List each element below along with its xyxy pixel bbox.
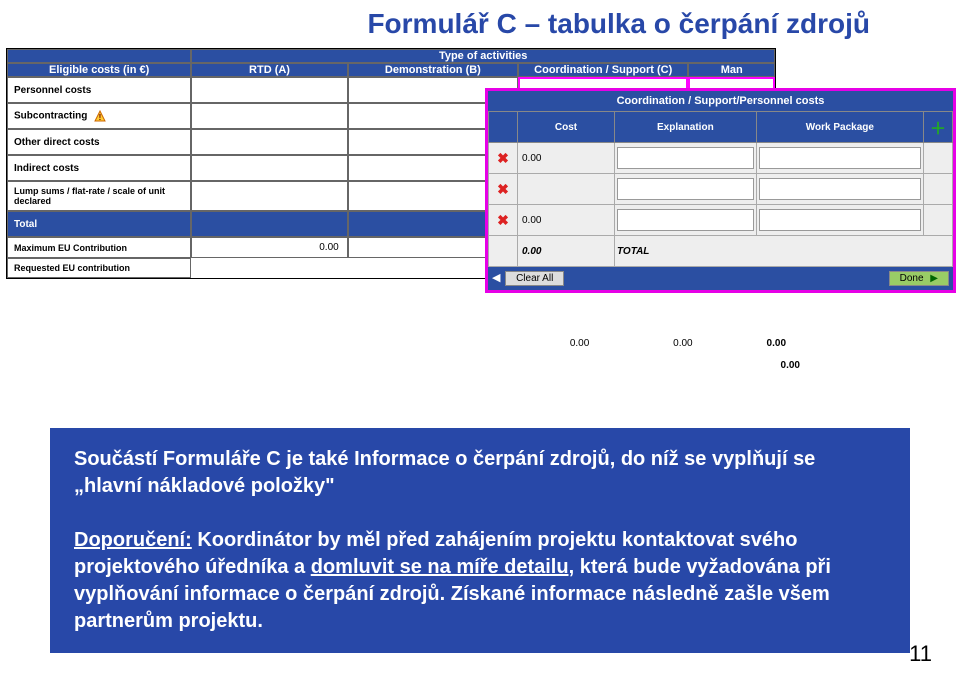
delete-row-2[interactable]: ✖ bbox=[489, 174, 518, 205]
row-total: Total bbox=[7, 211, 191, 237]
panel-total-label: TOTAL bbox=[615, 236, 953, 267]
page-number: 11 bbox=[909, 641, 932, 667]
close-icon: ✖ bbox=[497, 150, 509, 166]
col-coord: Coordination / Support (C) bbox=[518, 63, 688, 77]
clear-all-button[interactable]: Clear All bbox=[505, 271, 564, 286]
panel-total-value: 0.00 bbox=[518, 236, 615, 267]
col-demo: Demonstration (B) bbox=[348, 63, 518, 77]
row-subcontracting: Subcontracting ! bbox=[7, 103, 191, 129]
explanation-block: Součástí Formuláře C je také Informace o… bbox=[50, 428, 910, 653]
panel-col-wp: Work Package bbox=[756, 112, 923, 143]
col-eligible bbox=[7, 49, 191, 63]
col-eligible-label: Eligible costs (in €) bbox=[7, 63, 191, 77]
row-personnel: Personnel costs bbox=[7, 77, 191, 103]
expl-1[interactable] bbox=[615, 143, 757, 174]
row-other: Other direct costs bbox=[7, 129, 191, 155]
row-indirect: Indirect costs bbox=[7, 155, 191, 181]
close-icon: ✖ bbox=[497, 181, 509, 197]
cost-2[interactable] bbox=[518, 174, 615, 205]
cost-1[interactable]: 0.00 bbox=[518, 143, 615, 174]
col-type: Type of activities bbox=[191, 49, 775, 63]
col-rtd: RTD (A) bbox=[191, 63, 347, 77]
page-title: Formulář C – tabulka o čerpání zdrojů bbox=[0, 0, 960, 48]
arrow-right-icon: ▶ bbox=[930, 273, 938, 284]
warning-icon: ! bbox=[94, 110, 106, 122]
panel-col-expl: Explanation bbox=[615, 112, 757, 143]
screenshot-area: Type of activities Eligible costs (in €)… bbox=[0, 48, 960, 408]
panel-title: Coordination / Support/Personnel costs bbox=[488, 91, 953, 111]
close-icon: ✖ bbox=[497, 212, 509, 228]
wp-3[interactable] bbox=[756, 205, 923, 236]
row-lump: Lump sums / flat-rate / scale of unit de… bbox=[7, 181, 191, 211]
wp-1[interactable] bbox=[756, 143, 923, 174]
panel-actions: ◀ Clear All Done ▶ bbox=[488, 267, 953, 290]
panel-col-cost: Cost bbox=[518, 112, 615, 143]
row-maxeu: Maximum EU Contribution bbox=[7, 237, 191, 258]
col-man: Man bbox=[688, 63, 775, 77]
plus-icon: ＋ bbox=[930, 121, 946, 138]
done-button[interactable]: Done ▶ bbox=[889, 271, 949, 286]
delete-row-1[interactable]: ✖ bbox=[489, 143, 518, 174]
cost-3[interactable]: 0.00 bbox=[518, 205, 615, 236]
arrow-left-icon[interactable]: ◀ bbox=[492, 271, 502, 284]
expl-3[interactable] bbox=[615, 205, 757, 236]
row-reqeu: Requested EU contribution bbox=[7, 258, 191, 278]
wp-2[interactable] bbox=[756, 174, 923, 205]
expl-2[interactable] bbox=[615, 174, 757, 205]
add-row-button[interactable]: ＋ bbox=[924, 112, 953, 143]
delete-row-3[interactable]: ✖ bbox=[489, 205, 518, 236]
svg-text:!: ! bbox=[99, 113, 102, 122]
personnel-detail-panel: Coordination / Support/Personnel costs C… bbox=[485, 88, 956, 293]
